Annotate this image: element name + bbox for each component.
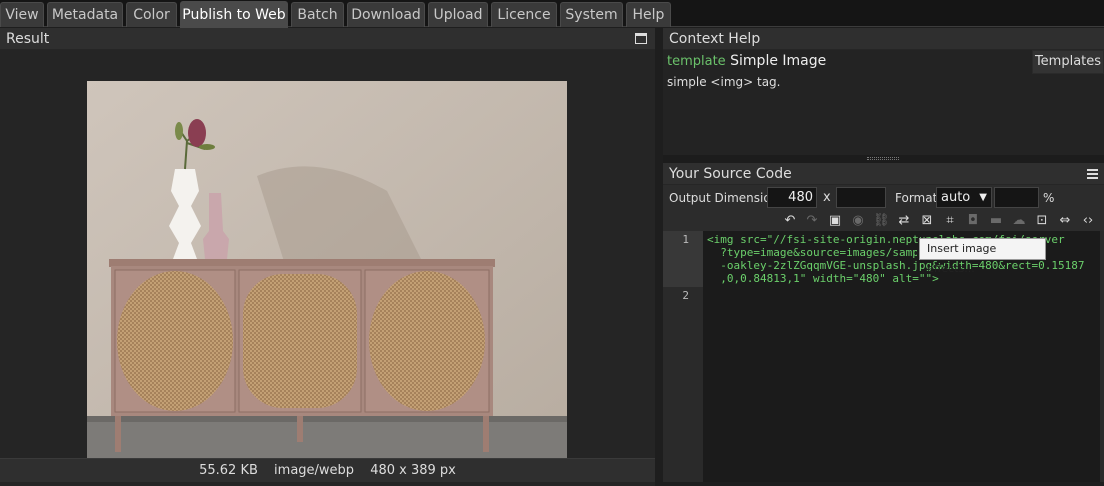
menu-icon[interactable] [1087,169,1098,179]
result-panel-header: Result [0,28,655,50]
tab-publish-to-web[interactable]: Publish to Web [180,1,288,28]
times-symbol: x [823,190,831,205]
output-dimension-row: Output Dimension 480 x Format auto ▼ % [663,185,1104,211]
tab-download[interactable]: Download [347,2,425,27]
tab-upload[interactable]: Upload [428,2,488,27]
context-help-header: Context Help [663,28,1104,50]
context-help-body: template Simple Image simple <img> tag. … [663,50,1104,155]
format-label: Format [895,191,938,205]
sideboard-photo [87,81,567,470]
splitter-grip-icon[interactable] [867,157,899,160]
code-line: ?type=image&source=images/samp [707,246,917,259]
panel-splitter[interactable] [663,155,1104,163]
camera-icon[interactable]: ◘ [965,213,981,229]
help-heading-text: Simple Image [730,53,827,69]
image-viewer [0,50,655,486]
folder-icon[interactable]: ▬ [988,213,1004,229]
image-effects-icon[interactable]: ⇄ [896,213,912,229]
result-panel: Result 55.62 KB image/webp 480 x 389 px [0,28,655,486]
help-keyword: template [667,54,726,69]
image-dimensions: 480 x 389 px [370,463,456,478]
tab-help[interactable]: Help [626,2,671,27]
line-gutter: 1 2 [663,231,703,482]
code-line: -oakley-2zlZGqqmVGE-unsplash.jpg&width=4… [707,259,1085,272]
format-value: auto [941,190,971,205]
code-compare-icon[interactable]: ⇔ [1057,213,1073,229]
embed-icon[interactable]: ⊡ [1034,213,1050,229]
percent-symbol: % [1043,191,1055,205]
mime-type: image/webp [274,463,355,478]
code-line: ,0,0.84813,1" width="480" alt=""> [707,272,939,285]
preview-image [87,81,567,470]
redo-icon[interactable]: ↷ [804,213,820,229]
templates-button[interactable]: Templates [1032,50,1104,74]
crop-icon[interactable]: ⌗ [942,213,958,229]
source-code-header: Your Source Code [663,163,1104,185]
code-editor[interactable]: 1 2 <img src="//fsi-site-origin.neptunel… [663,231,1100,482]
help-heading: template Simple Image [667,53,826,69]
width-input[interactable]: 480 [767,187,817,208]
height-input[interactable] [836,187,886,208]
result-title: Result [6,31,50,47]
code-toolbar: ↶ ↷ ▣ ◉ ⛓ ⇄ ⊠ ⌗ ◘ ▬ ☁ ⊡ ⇔ ‹› [663,211,1104,231]
undo-icon[interactable]: ↶ [782,213,798,229]
format-select[interactable]: auto ▼ [936,187,992,208]
tab-color[interactable]: Color [126,2,177,27]
file-size: 55.62 KB [199,463,258,478]
tab-licence[interactable]: Licence [491,2,557,27]
context-help-title: Context Help [669,31,761,47]
tab-system[interactable]: System [560,2,623,27]
circle-icon[interactable]: ◉ [850,213,866,229]
editor-scrollbar[interactable] [1100,231,1104,482]
help-description: simple <img> tag. [667,75,781,89]
insert-image-effects-tooltip: Insert image effects... [919,238,1046,275]
image-status-bar: 55.62 KB image/webp 480 x 389 px [0,458,655,482]
crop-tool-icon[interactable]: ▣ [827,213,843,229]
no-crop-icon[interactable]: ⊠ [919,213,935,229]
source-code-title: Your Source Code [669,166,792,182]
main-tab-bar: View Metadata Color Publish to Web Batch… [0,0,1104,28]
chevron-down-icon: ▼ [979,192,987,203]
cloud-icon[interactable]: ☁ [1011,213,1027,229]
tab-batch[interactable]: Batch [291,2,344,27]
output-dimension-label: Output Dimension [669,191,779,205]
line-number: 1 [682,233,689,246]
link-icon[interactable]: ⛓ [873,213,890,229]
line-number: 2 [682,289,689,302]
tab-view[interactable]: View [0,2,44,27]
percent-input[interactable] [994,187,1039,208]
maximize-icon[interactable] [635,33,647,44]
tab-metadata[interactable]: Metadata [47,2,123,27]
code-icon[interactable]: ‹› [1080,213,1096,229]
